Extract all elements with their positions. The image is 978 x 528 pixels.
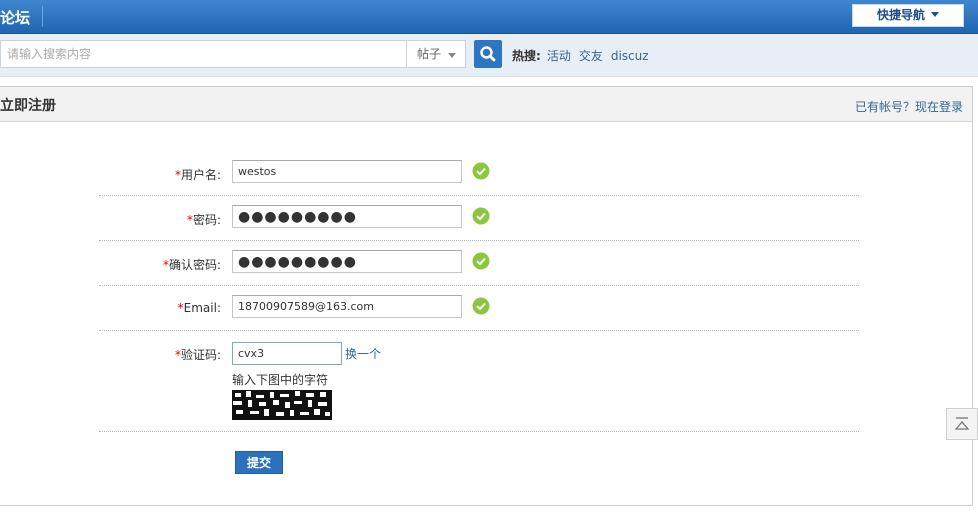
confirm-password-row: *确认密码: — [99, 240, 859, 286]
captcha-label-text: 验证码: — [180, 348, 221, 362]
quick-nav-button[interactable]: 快捷导航 — [852, 4, 964, 27]
quick-nav-label: 快捷导航 — [876, 8, 925, 22]
username-label-text: 用户名: — [180, 168, 221, 182]
check-circle-icon — [472, 252, 490, 270]
password-label: *密码: — [187, 211, 221, 228]
username-row: *用户名: — [99, 150, 859, 196]
back-to-top-button[interactable] — [946, 408, 978, 440]
email-field[interactable] — [232, 295, 462, 318]
page-title: 立即注册 — [0, 98, 56, 114]
hot-link-discuz[interactable]: discuz — [611, 49, 649, 63]
check-circle-icon — [472, 297, 490, 315]
confirm-password-label-text: 确认密码: — [168, 258, 221, 272]
password-row: *密码: — [99, 195, 859, 241]
panel-header: 立即注册 已有帐号？现在登录 — [0, 87, 972, 122]
chevron-down-icon — [448, 53, 456, 58]
hot-link-friends[interactable]: 交友 — [579, 49, 603, 63]
confirm-password-label: *确认密码: — [163, 256, 221, 273]
title-divider — [42, 6, 43, 27]
hot-link-activity[interactable]: 活动 — [547, 49, 571, 63]
back-to-top-icon — [954, 417, 970, 430]
search-button[interactable] — [474, 40, 502, 68]
submit-button[interactable]: 提交 — [235, 451, 283, 474]
captcha-image[interactable] — [232, 390, 332, 420]
search-input[interactable] — [0, 40, 406, 68]
check-circle-icon — [472, 207, 490, 225]
search-bar: 帖子 热搜: 活动交友 discuz — [0, 34, 978, 77]
captcha-field[interactable] — [232, 342, 342, 365]
search-type-label: 帖子 — [417, 47, 442, 61]
login-link[interactable]: 已有帐号？现在登录 — [855, 98, 963, 115]
hot-search-label: 热搜: — [512, 49, 541, 63]
password-label-text: 密码: — [192, 213, 221, 227]
search-type-select[interactable]: 帖子 — [406, 40, 466, 68]
captcha-row: *验证码: 换一个 输入下图中的字符 — [99, 330, 859, 432]
username-label: *用户名: — [175, 166, 221, 183]
email-label: *Email: — [178, 301, 221, 315]
check-circle-icon — [472, 162, 490, 180]
password-field[interactable] — [232, 205, 462, 228]
change-captcha-link[interactable]: 换一个 — [345, 345, 381, 362]
username-field[interactable] — [232, 160, 462, 183]
captcha-hint: 输入下图中的字符 — [232, 373, 329, 387]
search-icon — [480, 46, 496, 62]
captcha-label: *验证码: — [175, 346, 221, 363]
email-row: *Email: — [99, 285, 859, 331]
email-label-text: Email: — [183, 301, 221, 315]
chevron-down-icon — [931, 12, 939, 17]
site-title[interactable]: 论坛 — [0, 7, 30, 28]
top-bar: 论坛 快捷导航 — [0, 0, 978, 34]
hot-search: 热搜: 活动 交友 discuz — [512, 47, 657, 64]
confirm-password-field[interactable] — [232, 250, 462, 273]
